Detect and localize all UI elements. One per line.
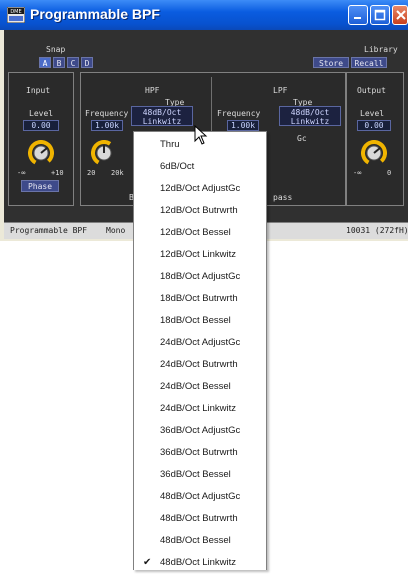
menu-item-label: 48dB/Oct Bessel bbox=[160, 535, 231, 546]
lpf-frequency-value[interactable]: 1.00k bbox=[227, 120, 259, 131]
menu-item-label: 12dB/Oct AdjustGc bbox=[160, 183, 241, 194]
input-min-label: -∞ bbox=[17, 169, 26, 177]
menu-item[interactable]: 18dB/Oct Butrwrth bbox=[134, 288, 266, 310]
menu-item[interactable]: 24dB/Oct Bessel bbox=[134, 376, 266, 398]
hpf-max-label: 20k bbox=[111, 169, 124, 177]
recall-button[interactable]: Recall bbox=[351, 57, 387, 68]
menu-item[interactable]: 24dB/Oct Linkwitz bbox=[134, 398, 266, 420]
input-level-label: Level bbox=[29, 109, 54, 118]
hpf-frequency-label: Frequency bbox=[85, 109, 129, 118]
input-section: Input Level 0.00 -∞ +10 Phase bbox=[8, 72, 74, 206]
status-right: 10031 (272fH) bbox=[346, 226, 408, 235]
title-bar[interactable]: DME Programmable BPF bbox=[0, 0, 408, 30]
hpf-type-value-line1: 48dB/Oct bbox=[142, 108, 182, 117]
status-left: Programmable BPF bbox=[10, 226, 88, 235]
menu-item-label: Thru bbox=[160, 139, 180, 150]
hpf-type-select[interactable]: 48dB/Oct Linkwitz bbox=[131, 106, 193, 126]
lpf-type-select[interactable]: 48dB/Oct Linkwitz bbox=[279, 106, 341, 126]
menu-item[interactable]: 12dB/Oct Bessel bbox=[134, 222, 266, 244]
output-section: Output Level 0.00 -∞ 0 bbox=[346, 72, 404, 206]
app-icon: DME bbox=[7, 7, 25, 23]
menu-item-label: 24dB/Oct Bessel bbox=[160, 381, 231, 392]
menu-item-label: 18dB/Oct AdjustGc bbox=[160, 271, 241, 282]
menu-item-label: 24dB/Oct Butrwrth bbox=[160, 359, 238, 370]
menu-item[interactable]: 18dB/Oct Bessel bbox=[134, 310, 266, 332]
snap-d-button[interactable]: D bbox=[81, 57, 93, 68]
menu-item-label: 18dB/Oct Butrwrth bbox=[160, 293, 238, 304]
close-icon bbox=[396, 10, 406, 20]
snap-c-button[interactable]: C bbox=[67, 57, 79, 68]
hpf-type-value-line2: Linkwitz bbox=[142, 117, 182, 126]
hpf-frequency-value[interactable]: 1.00k bbox=[91, 120, 123, 131]
menu-item[interactable]: 6dB/Oct bbox=[134, 156, 266, 178]
library-label: Library bbox=[364, 45, 398, 54]
input-level-value[interactable]: 0.00 bbox=[23, 120, 59, 131]
menu-item-label: 12dB/Oct Linkwitz bbox=[160, 249, 237, 260]
check-icon: ✔ bbox=[143, 557, 152, 568]
menu-item-checked[interactable]: ✔ 48dB/Oct Linkwitz bbox=[134, 552, 266, 574]
input-title: Input bbox=[26, 86, 51, 95]
input-level-knob[interactable] bbox=[28, 140, 54, 166]
maximize-button[interactable] bbox=[370, 5, 390, 25]
input-max-label: +10 bbox=[51, 169, 64, 177]
lpf-gc-label: Gc bbox=[297, 134, 307, 143]
menu-item[interactable]: 12dB/Oct AdjustGc bbox=[134, 178, 266, 200]
minimize-button[interactable] bbox=[348, 5, 368, 25]
snap-label: Snap bbox=[46, 45, 66, 54]
app-icon-label: DME bbox=[10, 9, 21, 15]
menu-item-label: 36dB/Oct AdjustGc bbox=[160, 425, 241, 436]
menu-item-label: 36dB/Oct Bessel bbox=[160, 469, 231, 480]
lpf-frequency-label: Frequency bbox=[217, 109, 261, 118]
mouse-cursor-icon bbox=[194, 125, 208, 145]
menu-item[interactable]: 12dB/Oct Butrwrth bbox=[134, 200, 266, 222]
store-button[interactable]: Store bbox=[313, 57, 349, 68]
menu-item-label: 48dB/Oct Linkwitz bbox=[160, 557, 237, 568]
close-button[interactable] bbox=[392, 5, 408, 25]
menu-item-label: 48dB/Oct Butrwrth bbox=[160, 513, 238, 524]
menu-item[interactable]: 36dB/Oct AdjustGc bbox=[134, 420, 266, 442]
snap-b-button[interactable]: B bbox=[53, 57, 65, 68]
menu-item-label: 36dB/Oct Butrwrth bbox=[160, 447, 238, 458]
window-title: Programmable BPF bbox=[30, 6, 160, 22]
menu-item-label: 24dB/Oct AdjustGc bbox=[160, 337, 241, 348]
lpf-bypass-button[interactable]: pass bbox=[273, 193, 292, 202]
menu-item[interactable]: 18dB/Oct AdjustGc bbox=[134, 266, 266, 288]
menu-item[interactable]: 12dB/Oct Linkwitz bbox=[134, 244, 266, 266]
menu-item[interactable]: 48dB/Oct AdjustGc bbox=[134, 486, 266, 508]
menu-item-label: 18dB/Oct Bessel bbox=[160, 315, 231, 326]
minimize-icon bbox=[354, 17, 361, 19]
menu-item-label: 12dB/Oct Butrwrth bbox=[160, 205, 238, 216]
menu-item-label: 48dB/Oct AdjustGc bbox=[160, 491, 241, 502]
output-max-label: 0 bbox=[387, 169, 392, 177]
snap-a-button[interactable]: A bbox=[39, 57, 51, 68]
output-level-value[interactable]: 0.00 bbox=[357, 120, 391, 131]
menu-item[interactable]: 24dB/Oct AdjustGc bbox=[134, 332, 266, 354]
menu-item-label: 6dB/Oct bbox=[160, 161, 195, 172]
maximize-icon bbox=[374, 9, 386, 21]
output-title: Output bbox=[357, 86, 386, 95]
output-level-label: Level bbox=[360, 109, 385, 118]
output-min-label: -∞ bbox=[353, 169, 362, 177]
menu-item[interactable]: 24dB/Oct Butrwrth bbox=[134, 354, 266, 376]
hpf-min-label: 20 bbox=[87, 169, 96, 177]
phase-button[interactable]: Phase bbox=[21, 180, 59, 192]
output-level-knob[interactable] bbox=[361, 140, 387, 166]
lpf-title: LPF bbox=[273, 86, 288, 95]
menu-item-label: 24dB/Oct Linkwitz bbox=[160, 403, 237, 414]
status-mode: Mono bbox=[106, 226, 126, 235]
filter-type-dropdown: Thru 6dB/Oct 12dB/Oct AdjustGc 12dB/Oct … bbox=[133, 131, 267, 570]
menu-item[interactable]: 36dB/Oct Bessel bbox=[134, 464, 266, 486]
menu-item[interactable]: 36dB/Oct Butrwrth bbox=[134, 442, 266, 464]
menu-item-label: 12dB/Oct Bessel bbox=[160, 227, 231, 238]
lpf-type-value-line1: 48dB/Oct bbox=[290, 108, 330, 117]
menu-item[interactable]: 48dB/Oct Bessel bbox=[134, 530, 266, 552]
menu-item[interactable]: 48dB/Oct Butrwrth bbox=[134, 508, 266, 530]
hpf-frequency-knob[interactable] bbox=[91, 140, 117, 166]
hpf-title: HPF bbox=[145, 86, 160, 95]
lpf-type-value-line2: Linkwitz bbox=[290, 117, 330, 126]
